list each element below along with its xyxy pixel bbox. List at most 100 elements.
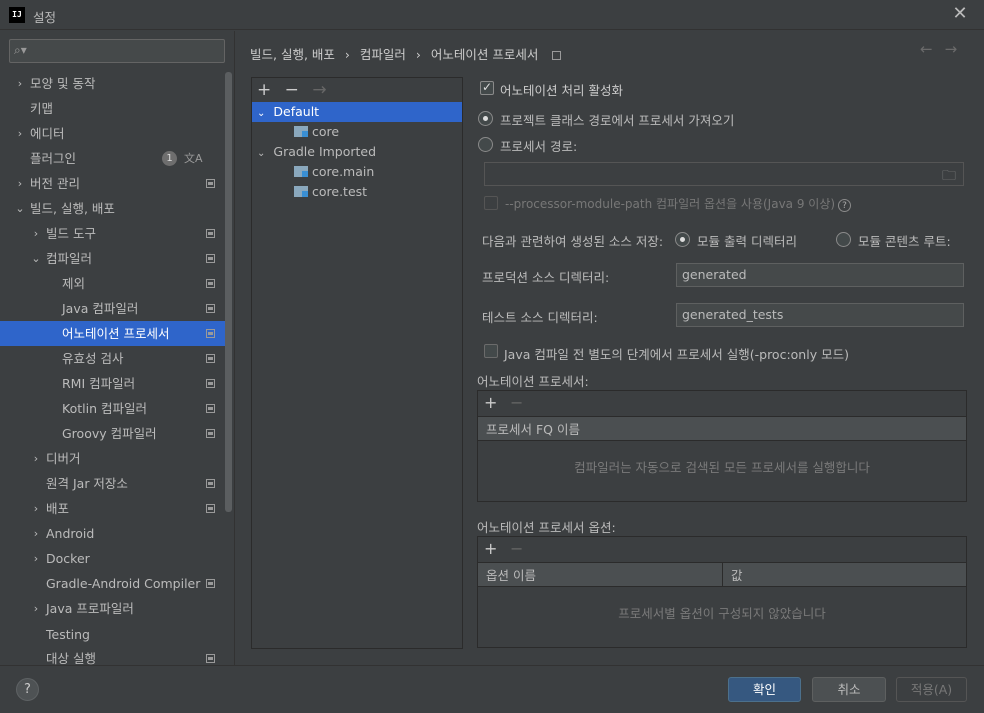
breadcrumb-item[interactable]: 컴파일러 [360, 47, 406, 62]
module-output-radio[interactable] [675, 232, 690, 247]
sidebar-item-label: Testing [46, 627, 90, 642]
options-empty-text: 프로세서별 옵션이 구성되지 않았습니다 [618, 606, 826, 621]
processor-path-radio[interactable] [478, 137, 493, 152]
cancel-button[interactable]: 취소 [812, 677, 886, 702]
processor-path-field[interactable] [484, 162, 964, 186]
option-value-column-header[interactable]: 값 [722, 562, 966, 587]
sidebar-item-run-targets[interactable]: 대상 실행 [0, 646, 225, 665]
add-option-button[interactable]: + [484, 539, 497, 558]
breadcrumb-separator: › [344, 47, 350, 62]
back-arrow-icon[interactable]: ← [920, 40, 945, 58]
sidebar-item-validation[interactable]: 유효성 검사 [0, 346, 225, 371]
sidebar-item-label: Groovy 컴파일러 [62, 426, 157, 441]
sidebar-item-appearance[interactable]: › 모양 및 동작 [0, 71, 225, 96]
production-dir-label: 프로덕션 소스 디렉터리: [482, 270, 610, 285]
module-content-root-radio[interactable] [836, 232, 851, 247]
sidebar-item-label: 디버거 [46, 451, 81, 466]
chevron-down-icon: ⌄ [31, 252, 41, 265]
chevron-right-icon: › [17, 77, 23, 90]
sidebar-scrollbar[interactable] [225, 72, 232, 512]
processor-module-path-checkbox[interactable] [484, 196, 498, 210]
sidebar-item-debugger[interactable]: › 디버거 [0, 446, 225, 471]
move-profile-button[interactable]: → [312, 80, 326, 100]
forward-arrow-icon[interactable]: → [945, 40, 970, 58]
help-icon[interactable]: ? [838, 199, 852, 212]
module-item-core-main[interactable]: core.main [294, 162, 374, 182]
module-content-root-label: 모듈 콘텐츠 루트: [858, 234, 951, 249]
search-icon: ⌕▾ [14, 43, 27, 57]
proc-only-label: Java 컴파일 전 별도의 단계에서 프로세서 실행(-proc:only 모… [504, 347, 849, 362]
remove-processor-button[interactable]: − [510, 393, 523, 412]
sidebar-item-remote-jar[interactable]: 원격 Jar 저장소 [0, 471, 225, 496]
sidebar-item-compiler[interactable]: ⌄ 컴파일러 [0, 246, 225, 271]
chevron-right-icon: › [33, 452, 39, 465]
sidebar-item-label: Android [46, 526, 95, 541]
production-dir-input[interactable]: generated [676, 263, 964, 287]
sidebar-item-label: RMI 컴파일러 [62, 376, 136, 391]
sidebar-item-editor[interactable]: › 에디터 [0, 121, 225, 146]
module-item-core[interactable]: core [294, 122, 339, 142]
sidebar-item-label: 대상 실행 [46, 651, 96, 665]
sidebar-item-gradle-android-compiler[interactable]: Gradle-Android Compiler [0, 571, 225, 596]
profile-item-default[interactable]: ⌄ Default [257, 102, 319, 122]
sidebar-item-deployment[interactable]: › 배포 [0, 496, 225, 521]
sidebar-item-annotation-processors[interactable]: 어노테이션 프로세서 [0, 321, 225, 346]
sidebar-item-kotlin-compiler[interactable]: Kotlin 컴파일러 [0, 396, 225, 421]
sidebar-item-vcs[interactable]: › 버전 관리 [0, 171, 225, 196]
chevron-right-icon: › [33, 527, 39, 540]
sidebar-item-android[interactable]: › Android [0, 521, 225, 546]
store-generated-label: 다음과 관련하여 생성된 소스 저장: [482, 234, 664, 249]
sidebar-item-rmi-compiler[interactable]: RMI 컴파일러 [0, 371, 225, 396]
test-dir-input[interactable]: generated_tests [676, 303, 964, 327]
from-classpath-radio[interactable] [478, 111, 493, 126]
sidebar-item-label: 배포 [46, 501, 70, 516]
processor-path-label: 프로세서 경로: [500, 139, 578, 154]
sidebar-item-build[interactable]: ⌄ 빌드, 실행, 배포 [0, 196, 225, 221]
sidebar-item-docker[interactable]: › Docker [0, 546, 225, 571]
sidebar-item-label: 빌드, 실행, 배포 [30, 201, 115, 216]
module-output-label: 모듈 출력 디렉터리 [697, 234, 797, 249]
processor-module-path-label: --processor-module-path 컴파일러 옵션을 사용(Java… [505, 195, 852, 212]
chevron-down-icon: ⌄ [257, 108, 266, 119]
sidebar-item-java-compiler[interactable]: Java 컴파일러 [0, 296, 225, 321]
sidebar-item-java-profiler[interactable]: › Java 프로파일러 [0, 596, 225, 621]
project-scope-icon [206, 179, 215, 188]
module-folder-icon [294, 166, 308, 177]
module-item-core-test[interactable]: core.test [294, 182, 367, 202]
profile-item-gradle-imported[interactable]: ⌄ Gradle Imported [257, 142, 376, 162]
sidebar-item-label: 에디터 [30, 126, 65, 141]
processors-section-title: 어노테이션 프로세서: [477, 374, 589, 389]
search-input[interactable]: ⌕▾ [9, 39, 225, 63]
ok-button[interactable]: 확인 [728, 677, 801, 702]
close-icon[interactable]: ✕ [950, 3, 970, 25]
profile-label: Default [273, 104, 320, 119]
project-scope-icon [206, 254, 215, 263]
enable-annotation-processing-checkbox[interactable] [480, 80, 494, 95]
sidebar-item-label: Kotlin 컴파일러 [62, 401, 147, 416]
sidebar-item-excludes[interactable]: 제외 [0, 271, 225, 296]
add-profile-button[interactable]: + [257, 80, 271, 100]
sidebar-item-groovy-compiler[interactable]: Groovy 컴파일러 [0, 421, 225, 446]
sidebar-item-build-tools[interactable]: › 빌드 도구 [0, 221, 225, 246]
project-scope-icon [206, 579, 215, 588]
sidebar-item-label: 컴파일러 [46, 251, 93, 266]
chevron-right-icon: › [33, 602, 39, 615]
browse-folder-icon[interactable]: 🗀 [942, 165, 956, 189]
project-scope-icon [206, 229, 215, 238]
sidebar-item-testing[interactable]: Testing [0, 622, 225, 647]
sidebar-item-label: Gradle-Android Compiler [46, 576, 201, 591]
help-button[interactable]: ? [16, 678, 39, 701]
proc-only-checkbox[interactable] [484, 344, 498, 358]
sidebar-item-keymap[interactable]: 키맵 [0, 96, 225, 121]
add-processor-button[interactable]: + [484, 393, 497, 412]
remove-profile-button[interactable]: − [285, 80, 299, 100]
processor-name-column-header[interactable]: 프로세서 FQ 이름 [478, 416, 966, 441]
apply-button[interactable]: 적용(A) [896, 677, 967, 702]
title-bar [0, 0, 984, 30]
sidebar-item-label: Java 프로파일러 [46, 601, 134, 616]
breadcrumb-item[interactable]: 빌드, 실행, 배포 [250, 47, 335, 62]
remove-option-button[interactable]: − [510, 539, 523, 558]
sidebar-item-plugins[interactable]: 플러그인 1 文A [0, 146, 225, 171]
option-name-column-header[interactable]: 옵션 이름 [478, 562, 722, 587]
sidebar-item-label: 유효성 검사 [62, 351, 124, 366]
